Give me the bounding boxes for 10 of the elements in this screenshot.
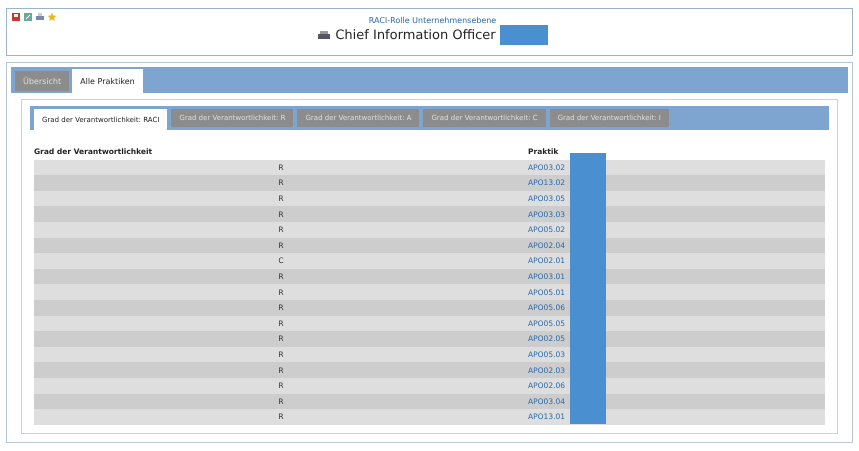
role-subtitle: RACI-Rolle Unternehmensebene bbox=[368, 16, 496, 25]
document-icon[interactable] bbox=[11, 12, 21, 22]
redaction-block bbox=[500, 25, 548, 45]
star-icon[interactable] bbox=[47, 12, 57, 22]
printer-icon[interactable] bbox=[35, 12, 45, 22]
tab[interactable]: Übersicht bbox=[15, 71, 70, 91]
edit-icon[interactable] bbox=[23, 12, 33, 22]
role-title: Chief Information Officer bbox=[335, 28, 496, 42]
tab[interactable]: Alle Praktiken bbox=[72, 69, 143, 93]
printer-icon bbox=[317, 30, 332, 40]
